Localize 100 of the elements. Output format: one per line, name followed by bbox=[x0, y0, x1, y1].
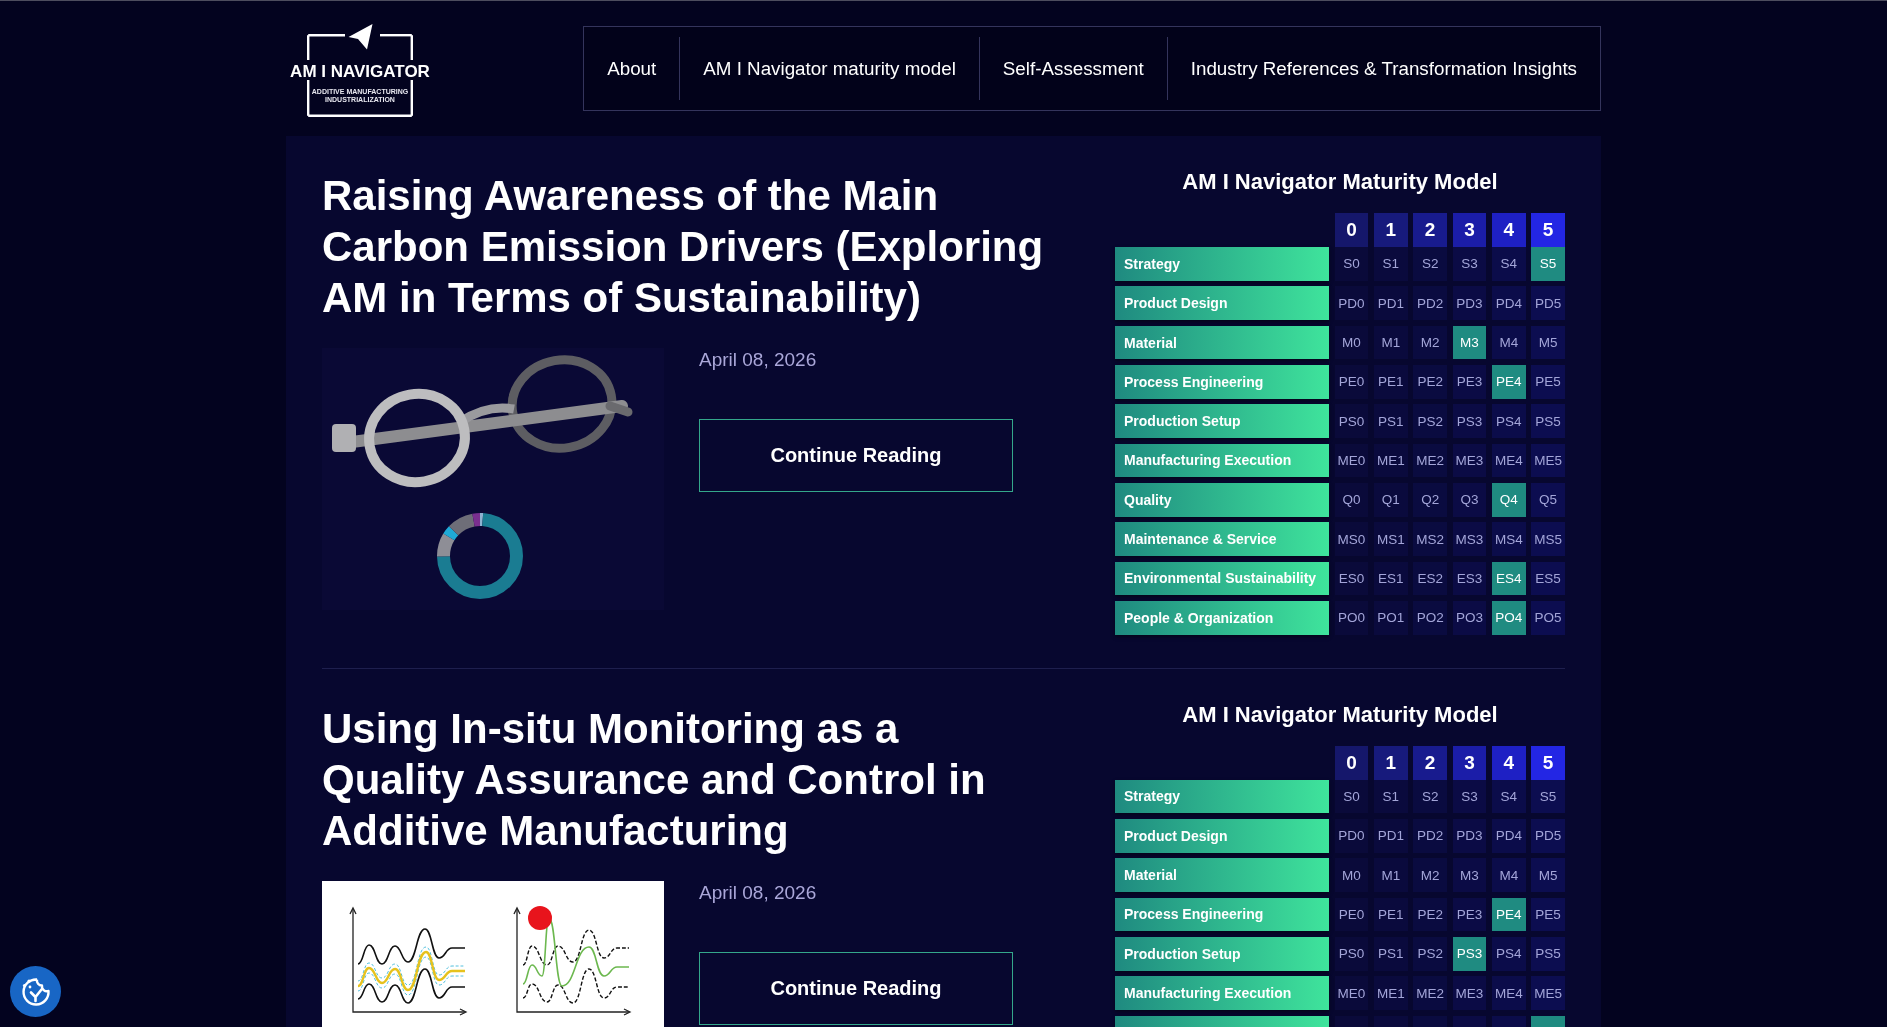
dimension-label: Process Engineering bbox=[1115, 365, 1329, 399]
maturity-cell: S3 bbox=[1452, 247, 1487, 281]
maturity-cell: MS0 bbox=[1334, 522, 1369, 556]
nav-link[interactable]: Self-Assessment bbox=[978, 37, 1167, 100]
maturity-cell: PS4 bbox=[1491, 936, 1526, 971]
maturity-cell: PD4 bbox=[1491, 818, 1526, 853]
maturity-cell: MS2 bbox=[1413, 522, 1447, 556]
maturity-cell: PS0 bbox=[1334, 404, 1369, 438]
maturity-cell: Q1 bbox=[1373, 482, 1408, 517]
maturity-cell: Q3 bbox=[1452, 482, 1487, 517]
dimension-label: Environmental Sustainability bbox=[1115, 561, 1329, 596]
maturity-cell: ME3 bbox=[1452, 976, 1487, 1010]
maturity-cell: S5 bbox=[1531, 247, 1565, 281]
maturity-cell: ES4 bbox=[1491, 561, 1526, 596]
matrix-title: AM I Navigator Maturity Model bbox=[1181, 168, 1499, 196]
maturity-cell: M2 bbox=[1413, 858, 1447, 892]
maturity-cell: PE4 bbox=[1491, 897, 1526, 932]
maturity-cell: PE0 bbox=[1334, 365, 1369, 399]
maturity-cell: PS5 bbox=[1531, 404, 1565, 438]
maturity-cell: PE1 bbox=[1373, 365, 1408, 399]
article-date: April 08, 2026 bbox=[699, 880, 817, 905]
article-title[interactable]: Raising Awareness of the Main Carbon Emission Drivers (Exploring AM in Terms of Sustainability) bbox=[322, 170, 1048, 323]
nav-link[interactable]: About bbox=[584, 37, 680, 100]
maturity-cell: M5 bbox=[1531, 325, 1565, 360]
maturity-cell: ES3 bbox=[1452, 561, 1487, 596]
maturity-cell: S1 bbox=[1373, 779, 1408, 814]
maturity-cell: ES5 bbox=[1531, 561, 1565, 596]
maturity-cell: PE3 bbox=[1452, 897, 1487, 932]
article-date: April 08, 2026 bbox=[699, 348, 817, 372]
maturity-cell: PS1 bbox=[1373, 404, 1408, 438]
maturity-cell: ME0 bbox=[1334, 976, 1369, 1010]
maturity-cell: PE2 bbox=[1413, 897, 1447, 932]
maturity-cell: M4 bbox=[1491, 858, 1526, 892]
maturity-cell: PE0 bbox=[1334, 897, 1369, 932]
level-header: 4 bbox=[1491, 213, 1526, 247]
matrix-title: AM I Navigator Maturity Model bbox=[1181, 700, 1499, 729]
continue-reading-button[interactable]: Continue Reading bbox=[699, 419, 1013, 492]
maturity-cell: PS2 bbox=[1413, 936, 1447, 971]
maturity-cell: S2 bbox=[1413, 247, 1447, 281]
cookie-check-icon bbox=[19, 975, 52, 1008]
dimension-label: Material bbox=[1115, 325, 1329, 360]
level-header: 0 bbox=[1334, 213, 1369, 247]
maturity-cell: M5 bbox=[1531, 858, 1565, 892]
maturity-cell: PD5 bbox=[1531, 286, 1565, 320]
dimension-label: Manufacturing Execution bbox=[1115, 976, 1329, 1010]
level-header: 2 bbox=[1413, 213, 1447, 247]
maturity-cell: PD5 bbox=[1531, 818, 1565, 853]
maturity-cell: ME1 bbox=[1373, 976, 1408, 1010]
level-header: 5 bbox=[1531, 213, 1565, 247]
level-header: 5 bbox=[1531, 745, 1565, 780]
maturity-cell: S3 bbox=[1452, 779, 1487, 814]
maturity-cell: PO5 bbox=[1531, 600, 1565, 635]
dimension-label: Product Design bbox=[1115, 286, 1329, 320]
maturity-cell: Q5 bbox=[1531, 482, 1565, 517]
maturity-cell: PD4 bbox=[1491, 286, 1526, 320]
dimension-label: Material bbox=[1115, 858, 1329, 892]
maturity-cell: MS5 bbox=[1531, 522, 1565, 556]
maturity-cell: MS3 bbox=[1452, 522, 1487, 556]
level-header: 4 bbox=[1491, 745, 1526, 780]
maturity-cell: PS3 bbox=[1452, 936, 1487, 971]
nav-link[interactable]: AM I Navigator maturity model bbox=[679, 37, 979, 100]
maturity-cell: PO4 bbox=[1491, 600, 1526, 635]
maturity-cell: ME1 bbox=[1373, 443, 1408, 478]
level-header: 3 bbox=[1452, 213, 1487, 247]
dimension-label: Quality bbox=[1115, 482, 1329, 517]
maturity-cell: PE2 bbox=[1413, 365, 1447, 399]
maturity-cell: M0 bbox=[1334, 325, 1369, 360]
maturity-cell: S0 bbox=[1334, 779, 1369, 814]
maturity-cell: MS4 bbox=[1491, 522, 1526, 556]
level-header: 0 bbox=[1334, 745, 1369, 780]
dimension-label: Strategy bbox=[1115, 779, 1329, 814]
maturity-cell: PD2 bbox=[1413, 286, 1447, 320]
maturity-cell: ES0 bbox=[1334, 561, 1369, 596]
logo-wordmark[interactable]: AM I NAVIGATOR bbox=[290, 63, 430, 80]
maturity-cell: MS1 bbox=[1373, 522, 1408, 556]
continue-reading-button[interactable]: Continue Reading bbox=[699, 951, 1013, 1025]
maturity-cell: ME5 bbox=[1531, 976, 1565, 1010]
dimension-label: Maintenance & Service bbox=[1115, 522, 1329, 556]
level-header: 3 bbox=[1452, 745, 1487, 780]
maturity-cell: S0 bbox=[1334, 247, 1369, 281]
nav-link[interactable]: Industry References & Transformation Insights bbox=[1166, 37, 1600, 100]
maturity-cell: S4 bbox=[1491, 779, 1526, 814]
maturity-cell: M4 bbox=[1491, 325, 1526, 360]
dimension-label: People & Organization bbox=[1115, 600, 1329, 635]
maturity-cell: M1 bbox=[1373, 858, 1408, 892]
maturity-cell: PE3 bbox=[1452, 365, 1487, 399]
maturity-cell: ME3 bbox=[1452, 443, 1487, 478]
maturity-cell: PS4 bbox=[1491, 404, 1526, 438]
level-header: 1 bbox=[1373, 213, 1408, 247]
maturity-cell: S4 bbox=[1491, 247, 1526, 281]
maturity-cell: PD2 bbox=[1413, 818, 1447, 853]
dimension-label: Production Setup bbox=[1115, 936, 1329, 971]
maturity-cell: PS3 bbox=[1452, 404, 1487, 438]
maturity-cell: ME4 bbox=[1491, 443, 1526, 478]
maturity-cell: M1 bbox=[1373, 325, 1408, 360]
maturity-cell: PE5 bbox=[1531, 365, 1565, 399]
maturity-cell: Q0 bbox=[1334, 482, 1369, 517]
article-title[interactable]: Using In-situ Monitoring as a Quality Assurance and Control in Additive Manufacturing bbox=[322, 702, 1048, 856]
cookie-settings-button[interactable] bbox=[10, 966, 61, 1017]
maturity-cell: PD3 bbox=[1452, 818, 1487, 853]
